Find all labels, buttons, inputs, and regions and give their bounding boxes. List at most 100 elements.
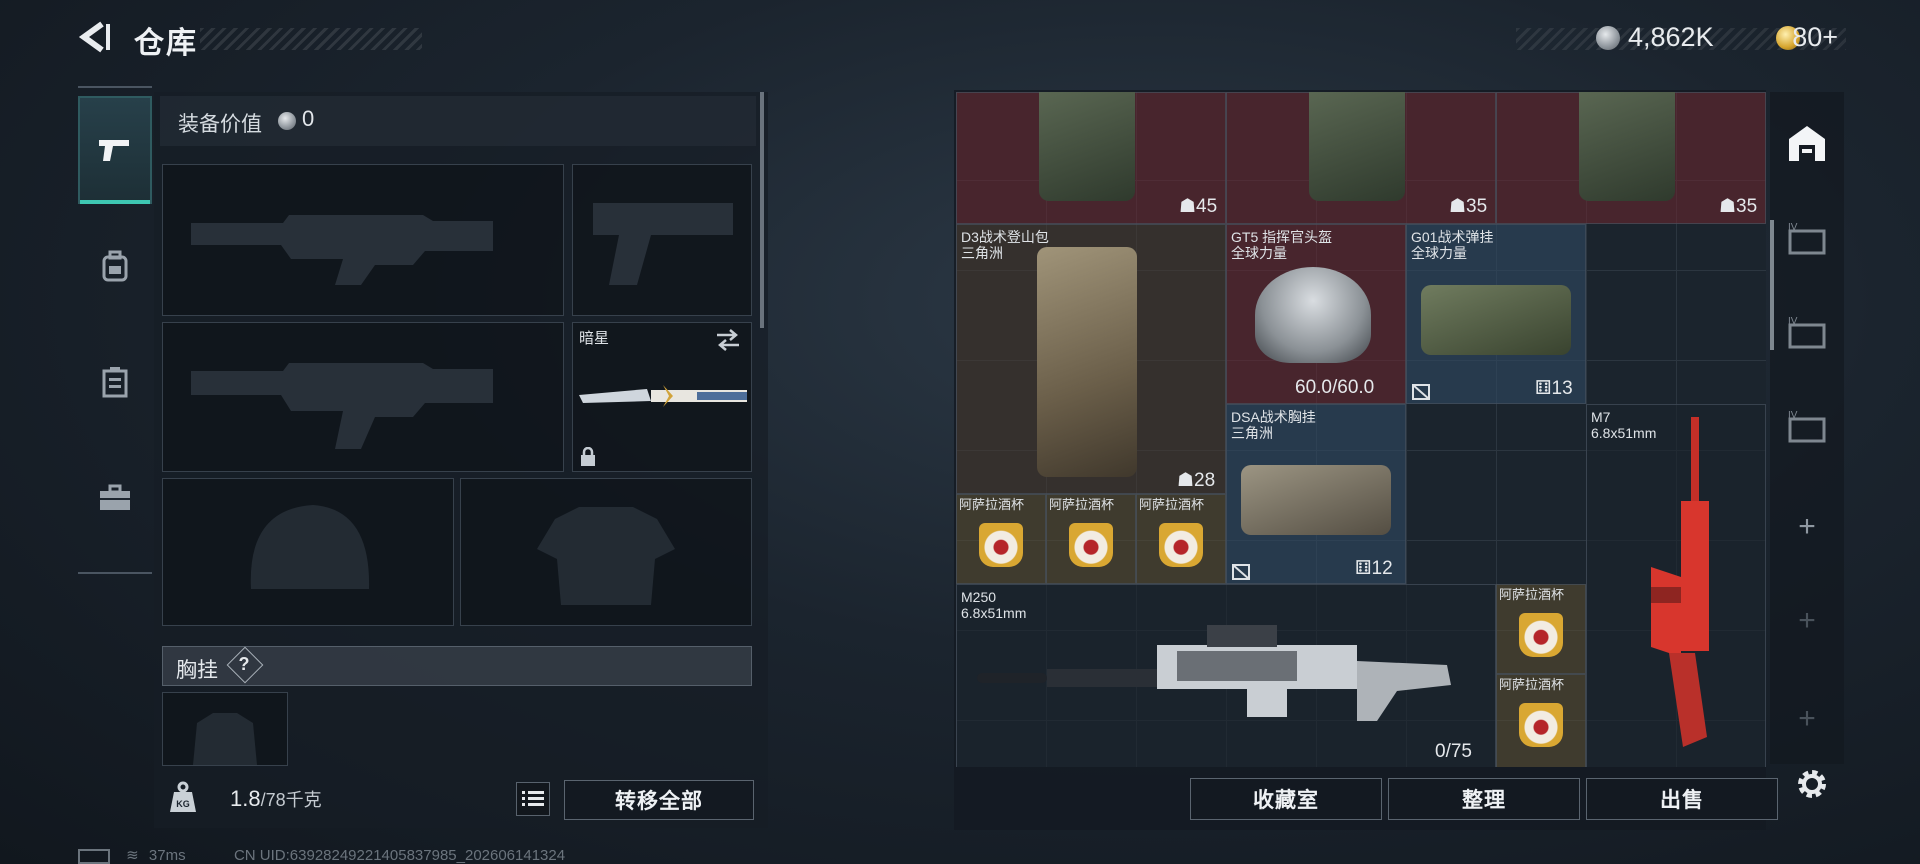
no-armor-icon xyxy=(1232,564,1250,580)
uid: CN UID:6392824922140583798​5_20260614132… xyxy=(233,847,566,864)
armor-slot[interactable] xyxy=(460,478,752,626)
storage-grid: ☗45 ☗35 ☗35 D3战术登山包 三角洲 ☗28 GT5 指挥官头盔 全球… xyxy=(956,92,1766,767)
grid-item-cup[interactable]: 阿萨拉酒杯 xyxy=(1136,494,1226,584)
durability-icon: ☗ xyxy=(1719,196,1737,217)
tab-storage-1[interactable]: IV xyxy=(1778,210,1836,268)
rifle-image xyxy=(1651,417,1709,747)
ping: 37ms xyxy=(148,847,186,864)
page-title: 仓库 xyxy=(134,27,198,60)
backpack-icon xyxy=(102,250,128,282)
help-icon[interactable]: ? xyxy=(232,652,256,676)
item-name: 阿萨拉酒杯 xyxy=(1139,497,1205,512)
item-name: GT5 指挥官头盔 xyxy=(1231,229,1333,245)
grid-item-cup[interactable]: 阿萨拉酒杯 xyxy=(956,494,1046,584)
battery-icon xyxy=(78,848,110,864)
nav-backpack[interactable] xyxy=(78,212,152,320)
silver-coin-icon xyxy=(278,112,296,130)
item-value: ⚅13 xyxy=(1535,378,1573,399)
sort-button[interactable]: 整理 xyxy=(1388,778,1580,820)
briefcase-icon xyxy=(100,484,130,510)
add-storage-icon[interactable]: + xyxy=(1778,498,1836,556)
storage-box-icon: IV xyxy=(1788,222,1826,255)
helmet-slot[interactable] xyxy=(162,478,454,626)
storage-scrollbar[interactable] xyxy=(1770,220,1774,350)
vest-image xyxy=(1039,92,1135,201)
svg-text:IV: IV xyxy=(1788,316,1798,327)
lock-icon xyxy=(581,447,595,466)
item-value: ☗28 xyxy=(1177,470,1216,491)
machine-gun-image xyxy=(977,625,1451,721)
cup-image xyxy=(979,523,1023,567)
tab-storage-2[interactable]: IV xyxy=(1778,304,1836,362)
vest-icon xyxy=(102,367,128,398)
item-sub: 全球力量 xyxy=(1411,245,1467,261)
secondary-weapon-slot[interactable] xyxy=(162,322,564,472)
sell-button[interactable]: 出售 xyxy=(1586,778,1778,820)
grid-item[interactable]: ☗35 xyxy=(1496,92,1766,224)
grid-item-cup[interactable]: 阿萨拉酒杯 xyxy=(1496,674,1586,767)
item-name: M7 xyxy=(1591,409,1611,425)
silver-coin-icon xyxy=(1596,26,1620,50)
weight-current: 1.8 xyxy=(230,786,261,811)
list-view-button[interactable] xyxy=(516,782,550,816)
chest-rig-label: 胸挂 xyxy=(176,659,218,682)
equip-value: 0 xyxy=(302,106,315,131)
grid-item-g01-rig[interactable]: G01战术弹挂 全球力量 ⚅13 xyxy=(1406,224,1586,404)
item-name: M250 xyxy=(961,589,997,605)
grid-item-gt5-helmet[interactable]: GT5 指挥官头盔 全球力量 60.0/60.0 xyxy=(1226,224,1406,404)
melee-name: 暗星 xyxy=(579,330,610,347)
vest-silhouette-icon xyxy=(193,713,257,765)
cup-image xyxy=(1519,703,1563,747)
loadout-scrollbar[interactable] xyxy=(760,92,764,328)
grid-item[interactable]: ☗35 xyxy=(1226,92,1496,224)
backpack-image xyxy=(1037,247,1137,477)
no-armor-icon xyxy=(1412,384,1430,400)
cup-image xyxy=(1159,523,1203,567)
primary-weapon-slot[interactable] xyxy=(162,164,564,316)
money-amount: 4,862K xyxy=(1628,22,1714,52)
capacity-icon: ⚅ xyxy=(1355,558,1372,579)
vest-image xyxy=(1579,92,1675,201)
grid-item-dsa-rig[interactable]: DSA战术胸挂 三角洲 ⚅12 xyxy=(1226,404,1406,584)
item-name: D3战术登山包 xyxy=(961,229,1049,245)
grid-item-m250[interactable]: M250 6.8x51mm 0/75 xyxy=(956,584,1496,767)
token-amount[interactable]: 80+ xyxy=(1778,22,1838,53)
equip-value-label: 装备价值 xyxy=(178,113,262,136)
status-bar: ≋ 37ms CN UID:6392824922140583798​5_2026… xyxy=(78,846,565,864)
grid-item-d3-backpack[interactable]: D3战术登山包 三角洲 ☗28 xyxy=(956,224,1226,494)
helmet-image xyxy=(1255,267,1371,363)
grid-item-m7[interactable]: M7 6.8x51mm xyxy=(1586,404,1766,767)
transfer-all-button[interactable]: 转移全部 xyxy=(564,780,754,820)
durability-icon: ☗ xyxy=(1449,196,1467,217)
ammo-count: 0/75 xyxy=(1435,741,1472,762)
add-storage-icon[interactable]: + xyxy=(1778,592,1836,650)
tab-storage-3[interactable]: IV xyxy=(1778,398,1836,456)
durability-icon: ☗ xyxy=(1179,196,1197,217)
collection-room-button[interactable]: 收藏室 xyxy=(1190,778,1382,820)
chest-rig-slot[interactable] xyxy=(162,692,288,766)
swap-icon[interactable] xyxy=(715,329,741,351)
storage-box-icon: IV xyxy=(1788,316,1826,349)
weight-icon: KG xyxy=(170,781,196,812)
tab-all-storage[interactable] xyxy=(1778,114,1836,172)
melee-slot[interactable]: 暗星 xyxy=(572,322,752,472)
knife-icon xyxy=(579,385,747,407)
nav-vest[interactable] xyxy=(78,328,152,436)
wifi-icon: ≋ xyxy=(126,847,139,864)
item-name: 阿萨拉酒杯 xyxy=(1499,677,1565,692)
nav-briefcase[interactable] xyxy=(78,444,152,552)
item-name: 阿萨拉酒杯 xyxy=(959,497,1025,512)
nav-weapons[interactable] xyxy=(78,96,152,204)
grid-item[interactable]: ☗45 xyxy=(956,92,1226,224)
grid-item-cup[interactable]: 阿萨拉酒杯 xyxy=(1496,584,1586,674)
add-storage-icon[interactable]: + xyxy=(1778,690,1836,748)
pistol-slot[interactable] xyxy=(572,164,752,316)
equipment-nav xyxy=(78,86,152,574)
warehouse-icon xyxy=(1789,126,1825,161)
gear-icon[interactable] xyxy=(1792,764,1832,804)
back-arrow-icon[interactable] xyxy=(78,20,112,54)
title-decoration xyxy=(200,28,422,50)
storage-box-icon: IV xyxy=(1788,410,1826,443)
item-value: ☗35 xyxy=(1449,196,1488,217)
grid-item-cup[interactable]: 阿萨拉酒杯 xyxy=(1046,494,1136,584)
